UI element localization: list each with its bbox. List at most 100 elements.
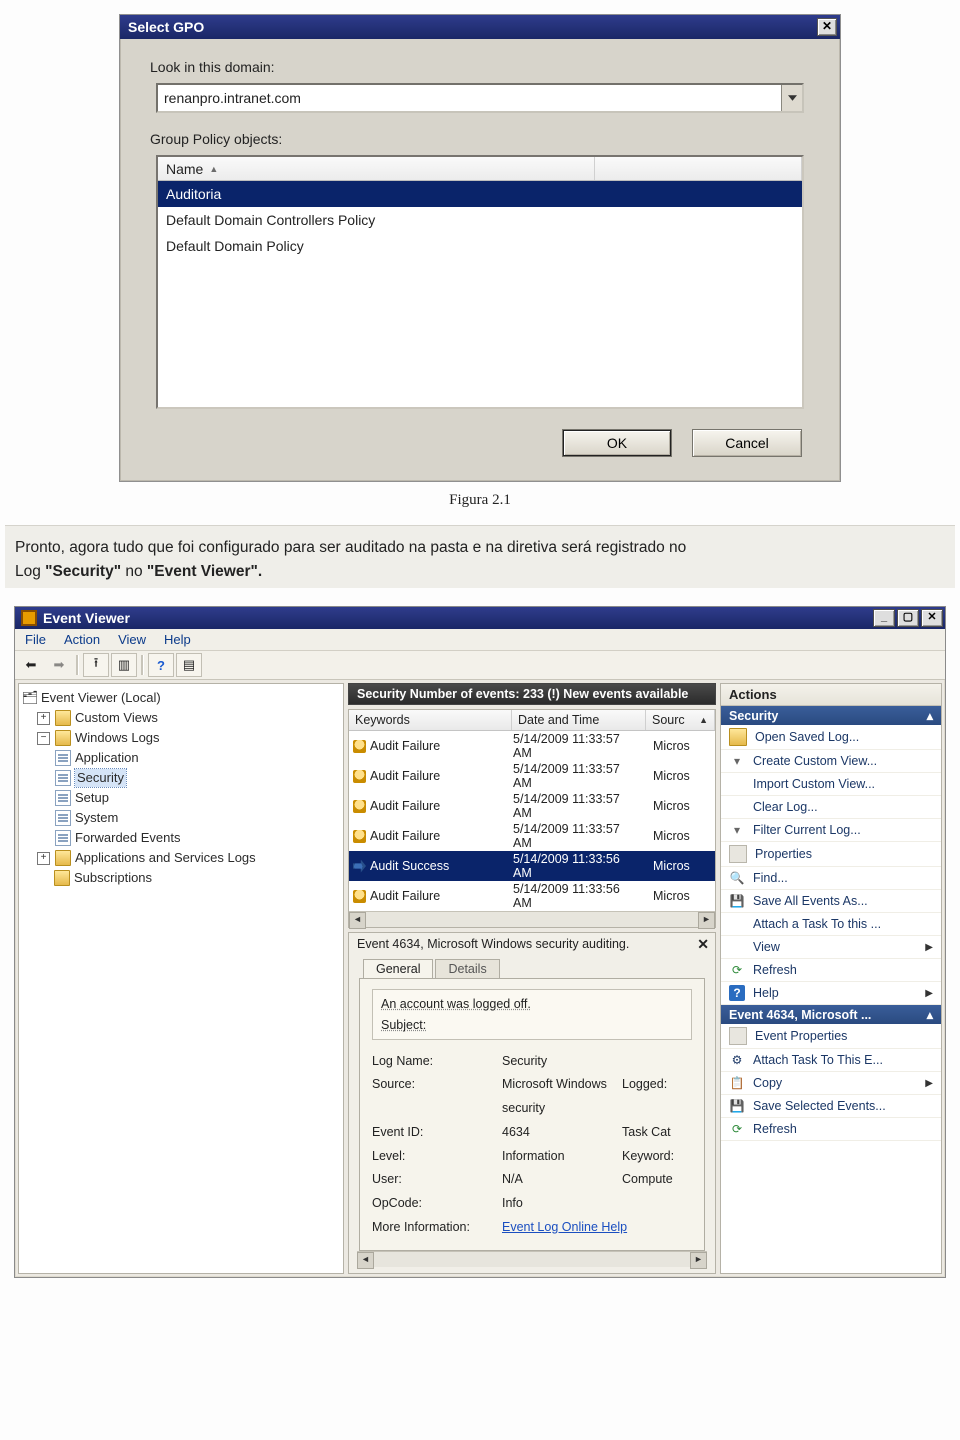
collapse-icon[interactable]: − [37, 732, 50, 745]
look-in-domain-label: Look in this domain: [150, 59, 810, 75]
action-create-custom-view[interactable]: ▾Create Custom View... [721, 750, 941, 773]
action-help[interactable]: ?Help▶ [721, 982, 941, 1005]
h-scrollbar[interactable]: ◄ ► [357, 1251, 707, 1267]
ok-button[interactable]: OK [562, 429, 672, 457]
col-source-label: Sourc [652, 713, 685, 727]
tree-item-app-services-logs[interactable]: + Applications and Services Logs [35, 848, 341, 868]
col-keywords[interactable]: Keywords [349, 710, 512, 730]
cancel-button[interactable]: Cancel [692, 429, 802, 457]
tab-general[interactable]: General [363, 959, 433, 978]
action-properties[interactable]: Properties [721, 842, 941, 867]
import-icon [729, 776, 745, 792]
event-detail-pane: Event 4634, Microsoft Windows security a… [348, 932, 716, 1274]
msg-line: An account was logged off. [381, 994, 683, 1015]
tree-item-subscriptions[interactable]: Subscriptions [35, 868, 341, 888]
action-attach-task-event[interactable]: ⚙Attach Task To This E... [721, 1049, 941, 1072]
back-icon[interactable]: ⬅ [18, 653, 44, 677]
field-label: OpCode: [372, 1192, 502, 1216]
domain-value: renanpro.intranet.com [158, 90, 781, 106]
chevron-down-icon[interactable] [781, 85, 802, 111]
action-find[interactable]: 🔍Find... [721, 867, 941, 890]
actions-section-event[interactable]: Event 4634, Microsoft ... ▴ [721, 1005, 941, 1024]
online-help-link[interactable]: Event Log Online Help [502, 1220, 627, 1234]
forward-icon[interactable]: ➡ [46, 653, 72, 677]
action-copy[interactable]: 📋Copy▶ [721, 1072, 941, 1095]
domain-select[interactable]: renanpro.intranet.com [156, 83, 804, 113]
list-item[interactable]: Default Domain Policy [158, 233, 802, 259]
action-save-selected[interactable]: 💾Save Selected Events... [721, 1095, 941, 1118]
scroll-up-icon[interactable]: ▲ [699, 715, 708, 725]
tree-item-custom-views[interactable]: + Custom Views [35, 708, 341, 728]
close-icon[interactable]: ✕ [697, 936, 709, 953]
separator [76, 655, 79, 675]
section-label: Event 4634, Microsoft ... [729, 1008, 871, 1022]
h-scrollbar[interactable]: ◄ ► [349, 911, 715, 927]
action-label: Open Saved Log... [755, 730, 859, 744]
action-view[interactable]: View▶ [721, 936, 941, 959]
action-label: Import Custom View... [753, 777, 875, 791]
close-icon[interactable]: ✕ [921, 609, 943, 627]
up-icon[interactable]: ⭱ [83, 653, 109, 677]
action-event-properties[interactable]: Event Properties [721, 1024, 941, 1049]
table-row[interactable]: Audit Failure5/14/2009 11:33:57 AMMicros [349, 731, 715, 761]
action-attach-task[interactable]: Attach a Task To this ... [721, 913, 941, 936]
table-row[interactable]: Audit Success5/14/2009 11:33:56 AMMicros [349, 851, 715, 881]
menu-action[interactable]: Action [64, 632, 100, 647]
submenu-icon: ▶ [925, 1078, 933, 1089]
list-item[interactable]: Default Domain Controllers Policy [158, 207, 802, 233]
properties-icon[interactable]: ▥ [111, 653, 137, 677]
col-source[interactable]: Sourc ▲ [646, 710, 715, 730]
maximize-icon[interactable]: ▢ [897, 609, 919, 627]
lock-icon [353, 890, 366, 903]
table-row[interactable]: Audit Failure5/14/2009 11:33:57 AMMicros [349, 761, 715, 791]
lock-icon [353, 830, 366, 843]
tree-item-security[interactable]: Security [53, 768, 341, 788]
table-row[interactable]: Audit Failure5/14/2009 11:33:56 AMMicros [349, 881, 715, 911]
table-row[interactable]: Audit Failure5/14/2009 11:33:57 AMMicros [349, 791, 715, 821]
expand-icon[interactable]: + [37, 712, 50, 725]
action-refresh[interactable]: ⟳Refresh [721, 959, 941, 982]
scroll-right-icon[interactable]: ► [690, 1252, 707, 1269]
cell-datetime: 5/14/2009 11:33:57 AM [507, 761, 647, 791]
tree-item-forwarded[interactable]: Forwarded Events [53, 828, 341, 848]
scroll-right-icon[interactable]: ► [698, 912, 715, 929]
tree-label: Windows Logs [75, 729, 160, 747]
action-label: Help [753, 986, 779, 1000]
close-icon[interactable]: ✕ [817, 18, 837, 36]
action-label: Refresh [753, 963, 797, 977]
menu-help[interactable]: Help [164, 632, 191, 647]
tree-item-windows-logs[interactable]: − Windows Logs [35, 728, 341, 748]
filter-icon: ▾ [729, 822, 745, 838]
column-name-header[interactable]: Name ▲ [158, 157, 595, 180]
cell-keywords: Audit Failure [370, 769, 440, 783]
figure-caption: Figura 2.1 [0, 492, 960, 509]
minimize-icon[interactable]: _ [873, 609, 895, 627]
help-icon[interactable]: ? [148, 653, 174, 677]
list-item[interactable]: Auditoria [158, 181, 802, 207]
action-import-custom-view[interactable]: Import Custom View... [721, 773, 941, 796]
menu-view[interactable]: View [118, 632, 146, 647]
options-icon[interactable]: ▤ [176, 653, 202, 677]
scroll-left-icon[interactable]: ◄ [357, 1252, 374, 1269]
scroll-left-icon[interactable]: ◄ [349, 912, 366, 929]
expand-icon[interactable]: + [37, 852, 50, 865]
action-filter-log[interactable]: ▾Filter Current Log... [721, 819, 941, 842]
field-label: Log Name: [372, 1050, 502, 1074]
actions-section-security[interactable]: Security ▴ [721, 706, 941, 725]
action-label: Copy [753, 1076, 782, 1090]
action-clear-log[interactable]: Clear Log... [721, 796, 941, 819]
tree-item-application[interactable]: Application [53, 748, 341, 768]
col-datetime[interactable]: Date and Time [512, 710, 646, 730]
menu-file[interactable]: File [25, 632, 46, 647]
tab-details[interactable]: Details [435, 959, 499, 978]
table-row[interactable]: Audit Failure5/14/2009 11:33:57 AMMicros [349, 821, 715, 851]
field-label: More Information: [372, 1216, 502, 1240]
folder-icon [55, 850, 71, 866]
tree-root[interactable]: 🗂 Event Viewer (Local) [21, 688, 341, 708]
action-save-all[interactable]: 💾Save All Events As... [721, 890, 941, 913]
action-refresh-2[interactable]: ⟳Refresh [721, 1118, 941, 1141]
tree-item-setup[interactable]: Setup [53, 788, 341, 808]
action-open-saved-log[interactable]: Open Saved Log... [721, 725, 941, 750]
tree-item-system[interactable]: System [53, 808, 341, 828]
action-label: Properties [755, 847, 812, 861]
